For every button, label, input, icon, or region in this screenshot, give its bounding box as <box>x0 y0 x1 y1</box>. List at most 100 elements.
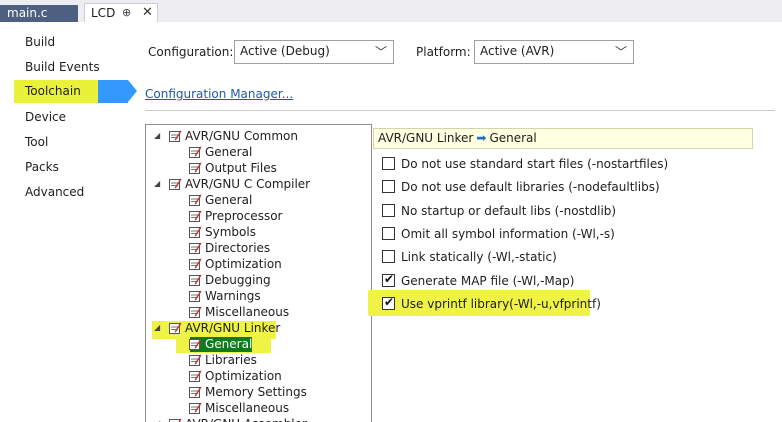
configuration-select-value: Active (Debug) <box>240 44 330 58</box>
property-page-icon <box>188 225 202 239</box>
tree-leaf-node[interactable]: Memory Settings <box>146 384 371 400</box>
tree-leaf-node[interactable]: Output Files <box>146 160 371 176</box>
tree-leaf-node[interactable]: General <box>146 192 371 208</box>
checkmark-icon: ✔ <box>384 294 395 309</box>
nav-item-toolchain-label: Toolchain <box>25 84 81 98</box>
property-page-icon <box>168 177 182 191</box>
option-label: Use vprintf library(-Wl,-u,vfprintf) <box>401 296 601 311</box>
breadcrumb-parent: AVR/GNU Linker <box>378 131 474 145</box>
tree-node-label: General <box>205 337 253 351</box>
separator <box>145 110 775 111</box>
property-page-icon <box>188 145 202 159</box>
tree-node-label: Debugging <box>205 273 271 287</box>
document-tab-strip: main.c LCD ⊕ ✕ <box>0 0 782 22</box>
property-page-icon <box>188 305 202 319</box>
chevron-down-icon: ﹀ <box>614 45 627 59</box>
tree-leaf-node[interactable]: Libraries <box>146 352 371 368</box>
nav-item-build-events[interactable]: Build Events <box>25 57 100 77</box>
tree-group-node[interactable]: ◢ AVR/GNU C Compiler <box>146 176 371 192</box>
nav-item-toolchain[interactable]: Toolchain <box>14 80 137 103</box>
tree-leaf-node[interactable]: Debugging <box>146 272 371 288</box>
tree-leaf-node[interactable]: Directories <box>146 240 371 256</box>
nav-item-device[interactable]: Device <box>25 107 66 127</box>
expander-triangle-icon[interactable]: ◢ <box>154 320 160 336</box>
expander-triangle-icon[interactable]: ◢ <box>154 128 160 144</box>
option-label: Do not use standard start files (-nostar… <box>401 157 669 171</box>
configuration-manager-link[interactable]: Configuration Manager... <box>145 87 293 101</box>
tree-node-label: General <box>205 193 253 207</box>
nav-item-advanced[interactable]: Advanced <box>25 182 84 202</box>
property-page-icon <box>188 273 202 287</box>
property-page-icon <box>188 353 202 367</box>
option-checkbox[interactable]: ✔ <box>382 272 395 287</box>
property-page-icon <box>188 161 202 175</box>
option-checkbox[interactable] <box>382 180 395 194</box>
option-checkbox[interactable] <box>382 203 395 217</box>
property-page-icon <box>188 337 202 351</box>
nav-item-packs[interactable]: Packs <box>25 157 59 177</box>
option-label: Omit all symbol information (-Wl,-s) <box>401 226 615 241</box>
tab-lcd-label: LCD <box>91 6 116 20</box>
tree-node-label: Preprocessor <box>205 209 283 223</box>
property-page-icon <box>188 401 202 415</box>
arrow-right-icon: ➡ <box>476 131 487 145</box>
tree-node-label: Miscellaneous <box>205 305 290 319</box>
option-checkbox[interactable]: ✔ <box>382 294 395 310</box>
tree-leaf-node[interactable]: Symbols <box>146 224 371 240</box>
property-page-icon <box>188 241 202 255</box>
configuration-select[interactable]: Active (Debug) ﹀ <box>234 40 394 64</box>
tree-node-label: Warnings <box>205 289 261 303</box>
tree-leaf-node[interactable]: Optimization <box>146 368 371 384</box>
toolchain-tree[interactable]: ◢ AVR/GNU Common General Output Files ◢ AVR/G… <box>145 124 372 422</box>
tab-lcd[interactable]: LCD ⊕ ✕ <box>84 3 158 22</box>
tree-leaf-node[interactable]: General <box>146 336 371 352</box>
tree-node-label: Output Files <box>205 161 277 175</box>
option-checkbox[interactable] <box>382 157 395 170</box>
option-label: Do not use default libraries (-nodefault… <box>401 180 660 195</box>
platform-select-value: Active (AVR) <box>480 44 555 58</box>
close-icon[interactable]: ✕ <box>142 5 153 20</box>
property-page-icon <box>188 193 202 207</box>
nav-item-build[interactable]: Build <box>25 32 55 52</box>
expander-triangle-icon[interactable]: ◢ <box>154 176 160 192</box>
tree-node-label: AVR/GNU Assembler <box>185 416 307 422</box>
option-checkbox[interactable] <box>382 250 395 264</box>
tree-group-node[interactable]: ◢ AVR/GNU Assembler <box>146 416 371 422</box>
tree-group-node[interactable]: ◢ AVR/GNU Common <box>146 128 371 144</box>
property-page-icon <box>188 369 202 383</box>
tab-main-c-label: main.c <box>7 6 48 20</box>
project-properties-nav: Build Build Events Toolchain Device Tool… <box>0 23 137 422</box>
platform-select[interactable]: Active (AVR) ﹀ <box>474 40 634 64</box>
tree-node-label: Memory Settings <box>205 385 307 399</box>
tree-node-label: AVR/GNU Linker <box>185 321 281 335</box>
configuration-label: Configuration: <box>148 45 234 59</box>
tree-leaf-node[interactable]: General <box>146 144 371 160</box>
tree-leaf-node[interactable]: Preprocessor <box>146 208 371 224</box>
tree-node-label: Symbols <box>205 225 256 239</box>
property-page-icon <box>168 129 182 143</box>
expander-triangle-icon[interactable]: ◢ <box>154 416 160 422</box>
platform-label: Platform: <box>416 45 471 59</box>
property-page-icon <box>188 257 202 271</box>
property-page-icon <box>168 321 182 335</box>
tree-leaf-node[interactable]: Miscellaneous <box>146 400 371 416</box>
tree-leaf-node[interactable]: Miscellaneous <box>146 304 371 320</box>
option-checkbox[interactable] <box>382 226 395 240</box>
property-page-icon <box>188 385 202 399</box>
tree-node-label: Libraries <box>205 353 257 367</box>
pin-icon[interactable]: ⊕ <box>122 6 131 19</box>
property-page-icon <box>168 417 182 422</box>
tree-leaf-node[interactable]: Warnings <box>146 288 371 304</box>
tree-leaf-node[interactable]: Optimization <box>146 256 371 272</box>
property-page-icon <box>188 289 202 303</box>
option-label: No startup or default libs (-nostdlib) <box>401 203 617 218</box>
tree-node-label: Optimization <box>205 369 282 383</box>
tree-node-label: General <box>205 145 253 159</box>
tree-node-label: Miscellaneous <box>205 401 290 415</box>
property-page-icon <box>188 209 202 223</box>
nav-item-tool[interactable]: Tool <box>25 132 48 152</box>
chevron-down-icon: ﹀ <box>374 45 387 59</box>
tab-main-c[interactable]: main.c <box>0 5 78 22</box>
tree-group-node[interactable]: ◢ AVR/GNU Linker <box>146 320 371 336</box>
nav-active-arrow-icon <box>128 80 137 102</box>
